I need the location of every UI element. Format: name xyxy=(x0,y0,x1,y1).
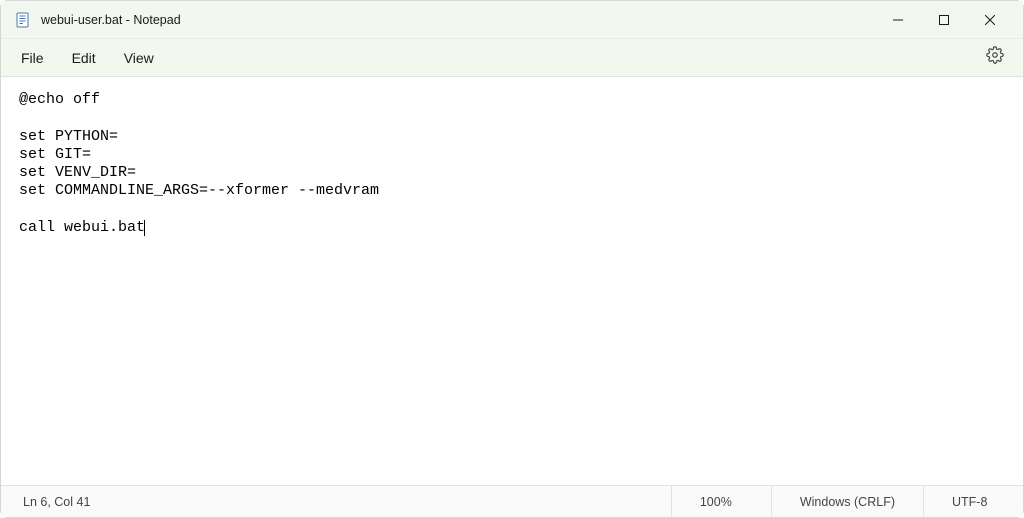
statusbar: Ln 6, Col 41 100% Windows (CRLF) UTF-8 xyxy=(1,485,1023,517)
settings-button[interactable] xyxy=(977,42,1013,74)
gear-icon xyxy=(986,46,1004,69)
notepad-icon xyxy=(15,12,31,28)
text-editor[interactable]: @echo off set PYTHON= set GIT= set VENV_… xyxy=(1,77,1023,485)
menu-view[interactable]: View xyxy=(110,44,168,72)
close-button[interactable] xyxy=(967,4,1013,36)
maximize-button[interactable] xyxy=(921,4,967,36)
editor-content: @echo off set PYTHON= set GIT= set VENV_… xyxy=(19,91,379,236)
status-position: Ln 6, Col 41 xyxy=(1,495,671,509)
status-zoom[interactable]: 100% xyxy=(671,486,771,517)
titlebar: webui-user.bat - Notepad xyxy=(1,1,1023,39)
menu-edit[interactable]: Edit xyxy=(58,44,110,72)
text-caret xyxy=(144,220,145,237)
menu-file[interactable]: File xyxy=(7,44,58,72)
status-line-ending[interactable]: Windows (CRLF) xyxy=(771,486,923,517)
window-title: webui-user.bat - Notepad xyxy=(41,13,181,27)
minimize-button[interactable] xyxy=(875,4,921,36)
menubar: File Edit View xyxy=(1,39,1023,77)
status-encoding[interactable]: UTF-8 xyxy=(923,486,1023,517)
